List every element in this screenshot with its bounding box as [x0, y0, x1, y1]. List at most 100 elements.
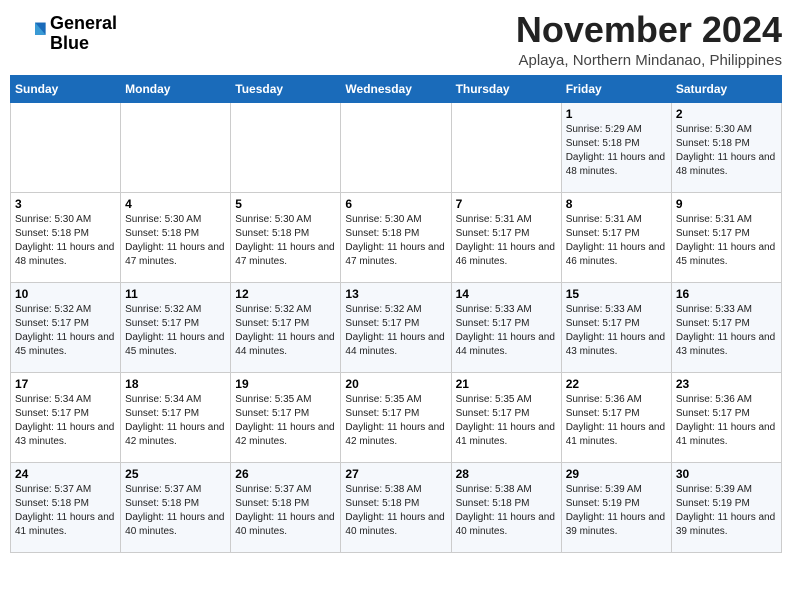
calendar-cell: 15 Sunrise: 5:33 AMSunset: 5:17 PMDayligh…: [561, 282, 671, 372]
day-info: Sunrise: 5:37 AMSunset: 5:18 PMDaylight:…: [15, 483, 116, 539]
day-number: 19: [235, 377, 336, 391]
day-info: Sunrise: 5:32 AMSunset: 5:17 PMDaylight:…: [345, 303, 446, 359]
calendar-cell: 17 Sunrise: 5:34 AMSunset: 5:17 PMDayligh…: [11, 372, 121, 462]
day-info: Sunrise: 5:33 AMSunset: 5:17 PMDaylight:…: [456, 303, 557, 359]
day-info: Sunrise: 5:39 AMSunset: 5:19 PMDaylight:…: [676, 483, 777, 539]
day-number: 27: [345, 467, 446, 481]
calendar-cell: 2Sunrise: 5:30 AMSunset: 5:18 PMDaylight…: [671, 102, 781, 192]
month-title: November 2024: [516, 10, 782, 50]
day-number: 29: [566, 467, 667, 481]
day-number: 7: [456, 197, 557, 211]
calendar-cell: 16Sunrise: 5:33 AMSunset: 5:17 PMDayligh…: [671, 282, 781, 372]
day-info: Sunrise: 5:37 AMSunset: 5:18 PMDaylight:…: [125, 483, 226, 539]
day-info: Sunrise: 5:35 AMSunset: 5:17 PMDaylight:…: [235, 393, 336, 449]
day-number: 23: [676, 377, 777, 391]
day-info: Sunrise: 5:38 AMSunset: 5:18 PMDaylight:…: [345, 483, 446, 539]
logo-text: General Blue: [50, 14, 117, 54]
day-info: Sunrise: 5:31 AMSunset: 5:17 PMDaylight:…: [456, 213, 557, 269]
calendar-cell: 12Sunrise: 5:32 AMSunset: 5:17 PMDayligh…: [231, 282, 341, 372]
calendar-cell: 9 Sunrise: 5:31 AMSunset: 5:17 PMDaylight…: [671, 192, 781, 282]
col-header-monday: Monday: [121, 75, 231, 102]
day-number: 3: [15, 197, 116, 211]
day-info: Sunrise: 5:29 AMSunset: 5:18 PMDaylight:…: [566, 123, 667, 179]
col-header-thursday: Thursday: [451, 75, 561, 102]
page-header: General Blue November 2024 Aplaya, North…: [10, 10, 782, 69]
day-info: Sunrise: 5:34 AMSunset: 5:17 PMDaylight:…: [125, 393, 226, 449]
calendar-cell: 25 Sunrise: 5:37 AMSunset: 5:18 PMDayligh…: [121, 462, 231, 552]
calendar-table: SundayMondayTuesdayWednesdayThursdayFrid…: [10, 75, 782, 553]
location-title: Aplaya, Northern Mindanao, Philippines: [516, 52, 782, 69]
day-info: Sunrise: 5:32 AMSunset: 5:17 PMDaylight:…: [15, 303, 116, 359]
day-info: Sunrise: 5:30 AMSunset: 5:18 PMDaylight:…: [345, 213, 446, 269]
day-number: 15: [566, 287, 667, 301]
day-number: 5: [235, 197, 336, 211]
calendar-cell: [341, 102, 451, 192]
day-info: Sunrise: 5:33 AMSunset: 5:17 PMDaylight:…: [566, 303, 667, 359]
day-number: 10: [15, 287, 116, 301]
calendar-cell: 21 Sunrise: 5:35 AMSunset: 5:17 PMDayligh…: [451, 372, 561, 462]
day-number: 22: [566, 377, 667, 391]
calendar-cell: 22 Sunrise: 5:36 AMSunset: 5:17 PMDayligh…: [561, 372, 671, 462]
day-number: 9: [676, 197, 777, 211]
day-number: 8: [566, 197, 667, 211]
calendar-cell: [121, 102, 231, 192]
day-info: Sunrise: 5:30 AMSunset: 5:18 PMDaylight:…: [15, 213, 116, 269]
day-info: Sunrise: 5:34 AMSunset: 5:17 PMDaylight:…: [15, 393, 116, 449]
day-info: Sunrise: 5:30 AMSunset: 5:18 PMDaylight:…: [125, 213, 226, 269]
calendar-cell: 27 Sunrise: 5:38 AMSunset: 5:18 PMDayligh…: [341, 462, 451, 552]
day-info: Sunrise: 5:31 AMSunset: 5:17 PMDaylight:…: [676, 213, 777, 269]
day-number: 25: [125, 467, 226, 481]
day-info: Sunrise: 5:30 AMSunset: 5:18 PMDaylight:…: [235, 213, 336, 269]
calendar-week-row: 17 Sunrise: 5:34 AMSunset: 5:17 PMDayligh…: [11, 372, 782, 462]
calendar-cell: 19 Sunrise: 5:35 AMSunset: 5:17 PMDayligh…: [231, 372, 341, 462]
logo: General Blue: [10, 10, 117, 54]
day-info: Sunrise: 5:32 AMSunset: 5:17 PMDaylight:…: [125, 303, 226, 359]
day-info: Sunrise: 5:35 AMSunset: 5:17 PMDaylight:…: [345, 393, 446, 449]
col-header-tuesday: Tuesday: [231, 75, 341, 102]
day-number: 30: [676, 467, 777, 481]
calendar-week-row: 3 Sunrise: 5:30 AMSunset: 5:18 PMDaylight…: [11, 192, 782, 282]
day-info: Sunrise: 5:38 AMSunset: 5:18 PMDaylight:…: [456, 483, 557, 539]
day-number: 18: [125, 377, 226, 391]
day-number: 16: [676, 287, 777, 301]
day-number: 1: [566, 107, 667, 121]
calendar-cell: 20Sunrise: 5:35 AMSunset: 5:17 PMDayligh…: [341, 372, 451, 462]
calendar-week-row: 1 Sunrise: 5:29 AMSunset: 5:18 PMDaylight…: [11, 102, 782, 192]
calendar-cell: 1 Sunrise: 5:29 AMSunset: 5:18 PMDaylight…: [561, 102, 671, 192]
col-header-wednesday: Wednesday: [341, 75, 451, 102]
day-number: 11: [125, 287, 226, 301]
day-number: 24: [15, 467, 116, 481]
calendar-cell: 6 Sunrise: 5:30 AMSunset: 5:18 PMDaylight…: [341, 192, 451, 282]
calendar-cell: 7 Sunrise: 5:31 AMSunset: 5:17 PMDaylight…: [451, 192, 561, 282]
calendar-cell: 23 Sunrise: 5:36 AMSunset: 5:17 PMDayligh…: [671, 372, 781, 462]
calendar-cell: [11, 102, 121, 192]
day-info: Sunrise: 5:39 AMSunset: 5:19 PMDaylight:…: [566, 483, 667, 539]
calendar-cell: [451, 102, 561, 192]
day-info: Sunrise: 5:31 AMSunset: 5:17 PMDaylight:…: [566, 213, 667, 269]
calendar-cell: 5 Sunrise: 5:30 AMSunset: 5:18 PMDaylight…: [231, 192, 341, 282]
calendar-cell: 28 Sunrise: 5:38 AMSunset: 5:18 PMDayligh…: [451, 462, 561, 552]
logo-icon: [10, 19, 46, 49]
calendar-cell: [231, 102, 341, 192]
calendar-cell: 24 Sunrise: 5:37 AMSunset: 5:18 PMDayligh…: [11, 462, 121, 552]
col-header-saturday: Saturday: [671, 75, 781, 102]
day-number: 28: [456, 467, 557, 481]
day-info: Sunrise: 5:36 AMSunset: 5:17 PMDaylight:…: [676, 393, 777, 449]
col-header-sunday: Sunday: [11, 75, 121, 102]
day-info: Sunrise: 5:37 AMSunset: 5:18 PMDaylight:…: [235, 483, 336, 539]
calendar-cell: 11 Sunrise: 5:32 AMSunset: 5:17 PMDayligh…: [121, 282, 231, 372]
calendar-cell: 13Sunrise: 5:32 AMSunset: 5:17 PMDayligh…: [341, 282, 451, 372]
day-number: 17: [15, 377, 116, 391]
day-info: Sunrise: 5:35 AMSunset: 5:17 PMDaylight:…: [456, 393, 557, 449]
day-info: Sunrise: 5:36 AMSunset: 5:17 PMDaylight:…: [566, 393, 667, 449]
calendar-cell: 29 Sunrise: 5:39 AMSunset: 5:19 PMDayligh…: [561, 462, 671, 552]
day-number: 6: [345, 197, 446, 211]
calendar-cell: 8 Sunrise: 5:31 AMSunset: 5:17 PMDaylight…: [561, 192, 671, 282]
day-number: 2: [676, 107, 777, 121]
calendar-cell: 18 Sunrise: 5:34 AMSunset: 5:17 PMDayligh…: [121, 372, 231, 462]
day-number: 14: [456, 287, 557, 301]
day-number: 4: [125, 197, 226, 211]
title-section: November 2024 Aplaya, Northern Mindanao,…: [516, 10, 782, 69]
day-number: 21: [456, 377, 557, 391]
calendar-cell: 3 Sunrise: 5:30 AMSunset: 5:18 PMDaylight…: [11, 192, 121, 282]
